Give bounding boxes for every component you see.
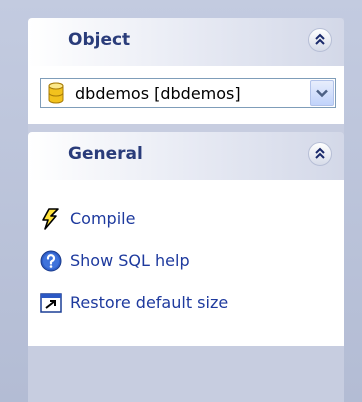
help-icon	[40, 250, 62, 276]
general-panel-header[interactable]: General	[28, 132, 344, 180]
object-panel: Object dbdemos [dbdemos]	[28, 18, 344, 124]
show-sql-help-label: Show SQL help	[70, 251, 190, 270]
navigation-pane: Object dbdemos [dbdemos] General Compile…	[28, 18, 344, 402]
object-panel-body: dbdemos [dbdemos]	[28, 66, 344, 124]
chevron-down-icon	[316, 89, 328, 98]
general-panel-title: General	[68, 144, 143, 164]
restore-default-size-label: Restore default size	[70, 293, 229, 312]
database-icon	[47, 82, 65, 108]
restore-window-icon	[40, 292, 62, 318]
general-panel: General Compile Show SQL help Restore de…	[28, 132, 344, 346]
show-sql-help-link[interactable]: Show SQL help	[40, 248, 330, 274]
object-panel-title: Object	[68, 30, 131, 50]
chevron-up-double-icon	[315, 147, 325, 159]
database-select-value: dbdemos [dbdemos]	[75, 84, 241, 103]
compile-link[interactable]: Compile	[40, 206, 330, 232]
database-select[interactable]: dbdemos [dbdemos]	[40, 78, 336, 108]
dropdown-button[interactable]	[310, 80, 334, 106]
chevron-up-double-icon	[315, 33, 325, 45]
general-panel-body: Compile Show SQL help Restore default si…	[28, 180, 344, 346]
restore-default-size-link[interactable]: Restore default size	[40, 290, 330, 316]
compile-label: Compile	[70, 209, 136, 228]
object-panel-header[interactable]: Object	[28, 18, 344, 66]
lightning-icon	[40, 208, 60, 234]
general-panel-collapse-button[interactable]	[308, 142, 332, 166]
object-panel-collapse-button[interactable]	[308, 28, 332, 52]
